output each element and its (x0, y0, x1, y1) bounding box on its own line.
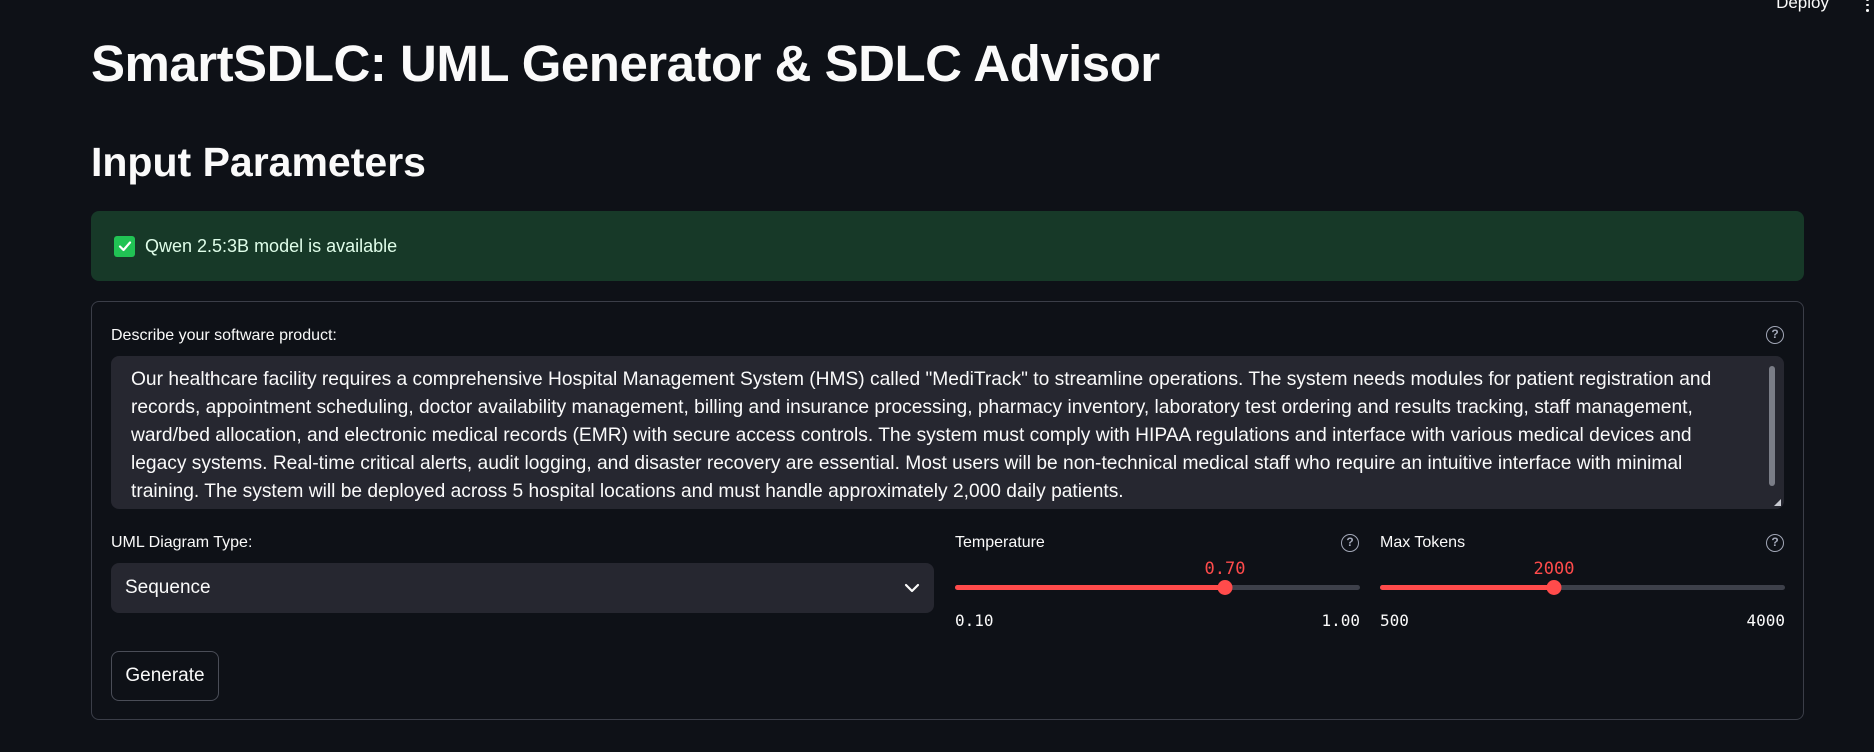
textarea-scrollbar[interactable] (1769, 366, 1775, 486)
input-form: Describe your software product: ? Our he… (91, 301, 1804, 720)
temperature-max: 1.00 (1321, 611, 1360, 630)
max-tokens-track-fill (1380, 585, 1554, 590)
max-tokens-max: 4000 (1746, 611, 1785, 630)
max-tokens-slider[interactable]: 2000 500 4000 (1380, 559, 1785, 639)
more-options-icon[interactable] (1862, 0, 1872, 13)
temperature-track-fill (955, 585, 1225, 590)
model-status-alert: Qwen 2.5:3B model is available (91, 211, 1804, 281)
diagram-type-label: UML Diagram Type: (111, 534, 253, 551)
temperature-track[interactable] (955, 580, 1360, 595)
status-message: Qwen 2.5:3B model is available (145, 235, 398, 256)
app-title: SmartSDLC: UML Generator & SDLC Advisor (91, 35, 1160, 92)
temperature-label: Temperature (955, 534, 1045, 551)
check-icon (114, 235, 135, 257)
deploy-button[interactable]: Deploy (1776, 0, 1829, 13)
resize-handle-icon[interactable] (1774, 499, 1781, 506)
temperature-slider-thumb[interactable] (1217, 580, 1233, 595)
chevron-down-icon (904, 583, 920, 593)
description-label: Describe your software product: (111, 327, 337, 344)
top-toolbar: Deploy (1474, 0, 1874, 16)
max-tokens-value: 2000 (1533, 559, 1575, 579)
diagram-type-select[interactable]: Sequence (111, 563, 934, 613)
temperature-slider[interactable]: 0.70 0.10 1.00 (955, 559, 1360, 639)
max-tokens-label: Max Tokens (1380, 534, 1466, 551)
temperature-min: 0.10 (955, 611, 994, 630)
diagram-type-value: Sequence (125, 577, 211, 598)
description-text: Our healthcare facility requires a compr… (131, 369, 1712, 502)
max-tokens-slider-thumb[interactable] (1546, 580, 1562, 595)
generate-button[interactable]: Generate (111, 651, 219, 701)
temperature-help-icon[interactable]: ? (1341, 534, 1359, 552)
max-tokens-min: 500 (1380, 611, 1409, 630)
max-tokens-track[interactable] (1380, 580, 1785, 595)
help-icon[interactable]: ? (1766, 326, 1784, 344)
section-title: Input Parameters (91, 139, 426, 185)
description-textarea[interactable]: Our healthcare facility requires a compr… (111, 356, 1784, 509)
max-tokens-help-icon[interactable]: ? (1766, 534, 1784, 552)
temperature-value: 0.70 (1204, 559, 1246, 579)
